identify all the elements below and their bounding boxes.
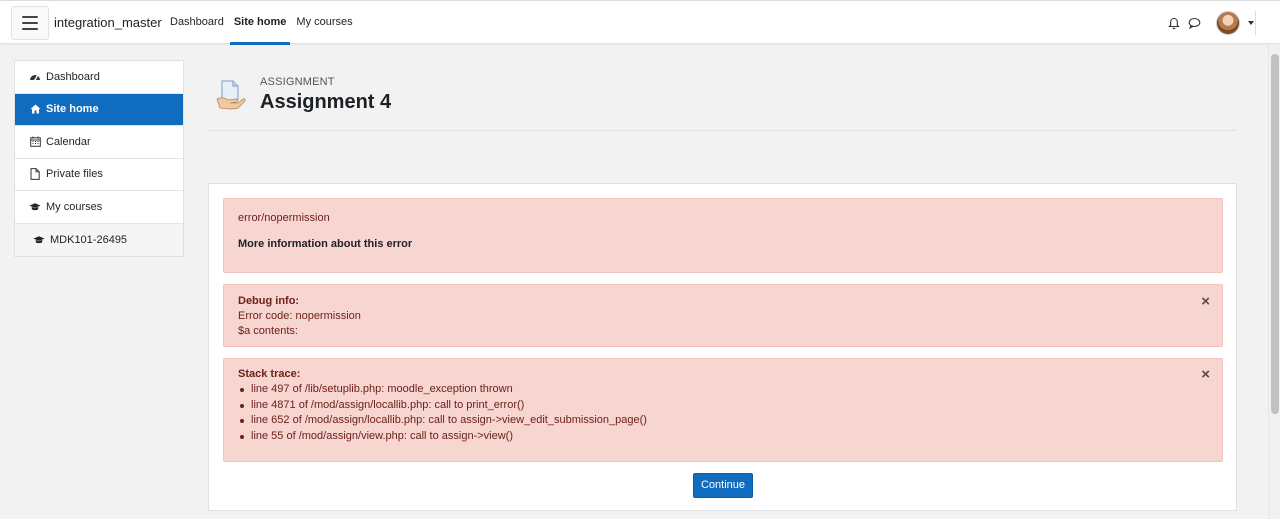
menu-toggle-button[interactable] — [11, 6, 49, 40]
file-icon — [29, 168, 41, 181]
nav-link-site-home[interactable]: Site home — [229, 1, 291, 45]
debug-heading: Debug info: — [238, 295, 300, 307]
chevron-down-icon[interactable] — [1248, 21, 1254, 25]
dashboard-icon — [29, 71, 41, 83]
error-message: error/nopermission — [238, 212, 330, 224]
more-info-link[interactable]: More information about this error — [238, 237, 412, 252]
navigation-drawer: Dashboard Site home Calendar Private fil… — [14, 60, 184, 257]
continue-button[interactable]: Continue — [693, 473, 753, 498]
sidebar-item-label: Site home — [46, 103, 99, 116]
debug-contents: $a contents: — [238, 325, 298, 337]
debug-error-code: Error code: nopermission — [238, 310, 361, 322]
list-item: line 4871 of /mod/assign/locallib.php: c… — [238, 398, 647, 414]
list-item: line 55 of /mod/assign/view.php: call to… — [238, 429, 647, 445]
scrollbar-thumb[interactable] — [1271, 54, 1279, 414]
nav-link-dashboard[interactable]: Dashboard — [166, 1, 228, 45]
avatar[interactable] — [1216, 11, 1240, 35]
top-navbar: integration_master Dashboard Site home M… — [0, 0, 1280, 45]
sidebar-item-label: Calendar — [46, 135, 91, 148]
sidebar-item-label: Dashboard — [46, 70, 100, 83]
sidebar-item-label: MDK101-26495 — [50, 233, 128, 246]
sidebar-item-label: Private files — [46, 168, 103, 181]
assignment-icon — [216, 78, 246, 112]
stack-heading: Stack trace: — [238, 368, 301, 380]
sidebar-item-dashboard[interactable]: Dashboard — [15, 61, 183, 94]
sidebar-item-calendar[interactable]: Calendar — [15, 126, 183, 159]
close-icon[interactable]: × — [1201, 367, 1210, 382]
primary-navigation: Dashboard Site home My courses — [166, 1, 359, 45]
error-region: error/nopermission More information abou… — [208, 183, 1237, 511]
close-icon[interactable]: × — [1201, 294, 1210, 309]
stack-trace-list: line 497 of /lib/setuplib.php: moodle_ex… — [238, 382, 647, 444]
error-alert: error/nopermission More information abou… — [223, 198, 1223, 273]
calendar-icon — [29, 136, 41, 148]
sidebar-item-private-files[interactable]: Private files — [15, 158, 183, 191]
stack-trace-alert: Stack trace: line 497 of /lib/setuplib.p… — [223, 358, 1223, 462]
list-item: line 497 of /lib/setuplib.php: moodle_ex… — [238, 382, 647, 398]
page-scrollbar[interactable] — [1268, 44, 1280, 519]
debug-info-alert: Debug info: Error code: nopermission $a … — [223, 284, 1223, 347]
sidebar-item-label: My courses — [46, 200, 103, 213]
page-title: Assignment 4 — [260, 91, 392, 113]
home-icon — [29, 103, 41, 115]
page-pre-title: ASSIGNMENT — [260, 76, 335, 88]
page-header: ASSIGNMENT Assignment 4 — [208, 60, 1236, 131]
bell-icon[interactable] — [1168, 16, 1182, 30]
sidebar-item-course-mdk101[interactable]: MDK101-26495 — [15, 223, 183, 256]
site-name[interactable]: integration_master — [54, 15, 162, 30]
list-item: line 652 of /mod/assign/locallib.php: ca… — [238, 413, 647, 429]
sidebar-item-site-home[interactable]: Site home — [15, 93, 183, 126]
graduation-cap-icon — [29, 201, 41, 213]
graduation-cap-icon — [33, 234, 45, 246]
chat-icon[interactable] — [1188, 16, 1202, 30]
sidebar-item-my-courses[interactable]: My courses — [15, 191, 183, 224]
nav-link-my-courses[interactable]: My courses — [292, 1, 356, 45]
user-menu-area — [1168, 11, 1254, 35]
hamburger-icon — [22, 16, 38, 18]
